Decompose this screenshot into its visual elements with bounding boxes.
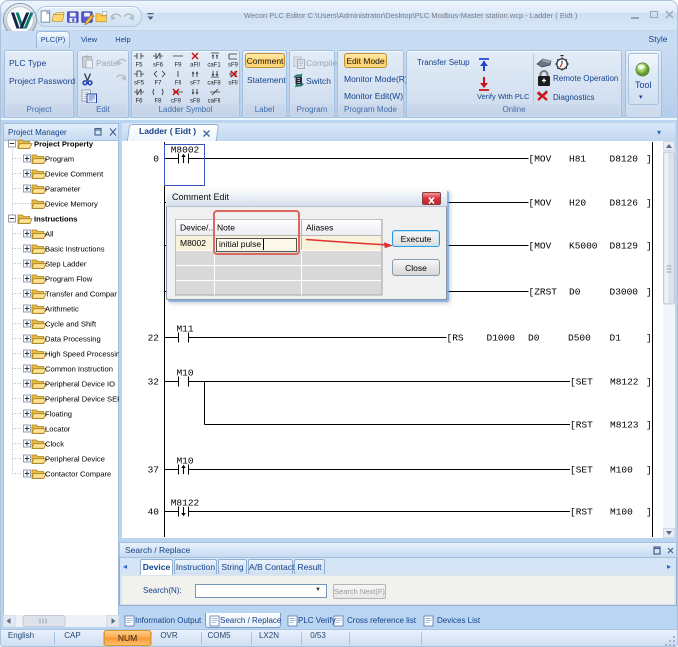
svg-text:D3000: D3000 [610, 287, 639, 298]
svg-text:K5000: K5000 [569, 241, 598, 252]
svg-text:[SET: [SET [570, 465, 593, 476]
svg-text:M8002: M8002 [171, 145, 200, 156]
svg-text:]: ] [646, 333, 652, 344]
svg-text:[MOV: [MOV [529, 154, 552, 165]
svg-text:High Speed Processin: High Speed Processin [45, 350, 119, 359]
svg-text:[RST: [RST [570, 420, 593, 431]
svg-text:Device Comment: Device Comment [45, 170, 104, 179]
svg-text:32: 32 [148, 377, 160, 388]
svg-text:[ZRST: [ZRST [529, 287, 558, 298]
svg-text:Common Instruction: Common Instruction [45, 365, 113, 374]
svg-text:[RST: [RST [570, 507, 593, 518]
svg-text:sF5: sF5 [134, 81, 145, 87]
svg-text:Cycle and Shift: Cycle and Shift [45, 320, 97, 329]
svg-text:0: 0 [153, 154, 159, 165]
svg-text:aFll: aFll [190, 63, 200, 69]
svg-text:sF8: sF8 [190, 99, 201, 105]
svg-text:sF7: sF7 [190, 81, 201, 87]
svg-text:sF6: sF6 [153, 63, 164, 69]
svg-text:Program Flow: Program Flow [45, 275, 93, 284]
svg-text:]: ] [646, 287, 652, 298]
svg-text:M11: M11 [176, 324, 193, 335]
svg-text:[RS: [RS [447, 333, 464, 344]
svg-text:H81: H81 [569, 154, 586, 165]
svg-text:D8129: D8129 [610, 241, 639, 252]
svg-text:Device Memory: Device Memory [45, 200, 98, 209]
svg-text:caF8: caF8 [207, 81, 221, 87]
svg-text:]: ] [646, 198, 652, 209]
svg-text:Aliases: Aliases [306, 223, 333, 233]
svg-text:M100: M100 [610, 465, 633, 476]
svg-text:Locator: Locator [45, 425, 71, 434]
svg-text:37: 37 [148, 465, 159, 476]
svg-text:H20: H20 [569, 198, 586, 209]
svg-text:M10: M10 [176, 368, 193, 379]
svg-text:Instructions: Instructions [34, 215, 77, 224]
svg-text:[MOV: [MOV [529, 241, 552, 252]
svg-text:Arithmetic: Arithmetic [45, 305, 79, 314]
svg-text:Program: Program [45, 155, 74, 164]
svg-text:D0: D0 [569, 287, 581, 298]
svg-text:sF9: sF9 [228, 63, 239, 69]
svg-text:Floating: Floating [45, 410, 72, 419]
svg-text:F7: F7 [154, 81, 162, 87]
svg-text:D8126: D8126 [610, 198, 639, 209]
svg-text:F5: F5 [135, 63, 143, 69]
svg-text:F8: F8 [154, 99, 162, 105]
svg-text:F6: F6 [135, 99, 143, 105]
svg-text:]: ] [646, 241, 652, 252]
svg-text:Clock: Clock [45, 440, 64, 449]
svg-text:Peripheral Device IO: Peripheral Device IO [45, 380, 115, 389]
svg-text:M8002: M8002 [180, 238, 206, 248]
svg-text:Contactor Compare: Contactor Compare [45, 470, 111, 479]
svg-text:caFll: caFll [208, 99, 221, 105]
svg-text:M8123: M8123 [610, 420, 639, 431]
svg-text:Peripheral Device SER: Peripheral Device SER [45, 395, 119, 404]
svg-text:D1: D1 [610, 333, 622, 344]
svg-text:Step Ladder: Step Ladder [45, 260, 87, 269]
svg-text:caF1: caF1 [207, 63, 221, 69]
svg-text:D500: D500 [568, 333, 591, 344]
svg-text:]: ] [646, 420, 652, 431]
svg-text:]: ] [646, 377, 652, 388]
svg-text:Parameter: Parameter [45, 185, 81, 194]
svg-text:D0: D0 [528, 333, 540, 344]
svg-text:Fll: Fll [175, 81, 181, 87]
svg-text:[SET: [SET [570, 377, 593, 388]
svg-text:D8120: D8120 [610, 154, 639, 165]
svg-text:22: 22 [148, 333, 160, 344]
svg-text:Transfer and Compar: Transfer and Compar [45, 290, 117, 299]
svg-text:M8122: M8122 [171, 498, 200, 509]
svg-text:sFll: sFll [228, 81, 237, 87]
svg-text:]: ] [646, 465, 652, 476]
svg-text:]: ] [646, 154, 652, 165]
svg-text:M8122: M8122 [610, 377, 639, 388]
svg-text:Device/...: Device/... [180, 223, 215, 233]
svg-text:M10: M10 [176, 456, 193, 467]
svg-text:Basic Instructions: Basic Instructions [45, 245, 105, 254]
svg-text:M100: M100 [610, 507, 633, 518]
svg-text:[MOV: [MOV [529, 198, 552, 209]
svg-text:40: 40 [148, 507, 160, 518]
svg-text:F9: F9 [174, 63, 182, 69]
svg-text:]: ] [646, 507, 652, 518]
svg-text:D1000: D1000 [487, 333, 516, 344]
svg-text:Data Processing: Data Processing [45, 335, 101, 344]
svg-text:Peripheral Device: Peripheral Device [45, 455, 105, 464]
svg-text:cF9: cF9 [171, 99, 182, 105]
svg-text:All: All [45, 230, 54, 239]
svg-text:Project Property: Project Property [34, 140, 94, 149]
